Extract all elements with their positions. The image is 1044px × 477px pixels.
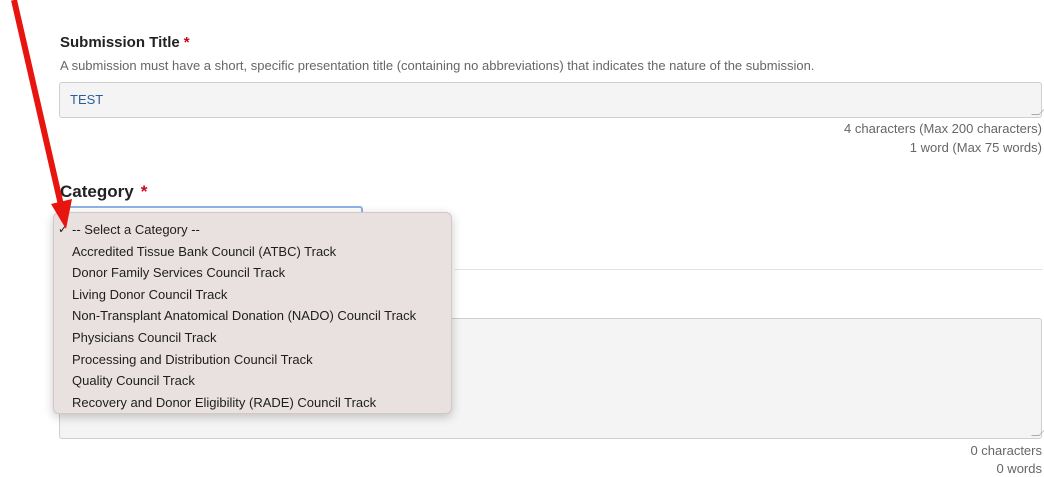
category-option-rade[interactable]: Recovery and Donor Eligibility (RADE) Co… bbox=[54, 392, 451, 414]
category-option-nado[interactable]: Non-Transplant Anatomical Donation (NADO… bbox=[54, 305, 451, 327]
category-label: Category * bbox=[60, 182, 147, 202]
title-word-count: 1 word (Max 75 words) bbox=[909, 140, 1042, 155]
arrow-shaft bbox=[11, 0, 64, 206]
option-label: Donor Family Services Council Track bbox=[72, 265, 286, 281]
option-label: Living Donor Council Track bbox=[72, 286, 228, 302]
title-char-count: 4 characters (Max 200 characters) bbox=[844, 121, 1042, 136]
category-option-living-donor[interactable]: Living Donor Council Track bbox=[54, 284, 451, 306]
category-option-atbc[interactable]: Accredited Tissue Bank Council (ATBC) Tr… bbox=[54, 241, 451, 263]
submission-title-value: TEST bbox=[70, 92, 104, 107]
abstract-char-count: 0 characters bbox=[970, 443, 1042, 458]
option-label: Quality Council Track bbox=[72, 373, 195, 389]
option-label: Processing and Distribution Council Trac… bbox=[72, 351, 313, 367]
required-asterisk: * bbox=[183, 34, 190, 51]
checkmark-icon: ✓ bbox=[58, 222, 69, 236]
submission-title-help: A submission must have a short, specific… bbox=[60, 58, 815, 73]
section-divider bbox=[455, 269, 1043, 270]
category-option-select[interactable]: ✓ -- Select a Category -- bbox=[54, 219, 451, 241]
resize-grip-icon[interactable] bbox=[1031, 107, 1044, 115]
submission-title-label: Submission Title * bbox=[60, 34, 190, 51]
resize-grip-icon[interactable] bbox=[1031, 428, 1044, 436]
option-label: Physicians Council Track bbox=[72, 329, 217, 345]
category-option-physicians[interactable]: Physicians Council Track bbox=[54, 327, 451, 349]
category-option-donor-family[interactable]: Donor Family Services Council Track bbox=[54, 262, 451, 284]
submission-form: Submission Title * A submission must have… bbox=[0, 0, 1044, 477]
option-label: -- Select a Category -- bbox=[72, 222, 200, 237]
category-label-text: Category bbox=[60, 182, 134, 201]
submission-title-label-text: Submission Title bbox=[60, 34, 180, 51]
option-label: Recovery and Donor Eligibility (RADE) Co… bbox=[72, 394, 377, 410]
required-asterisk: * bbox=[140, 182, 148, 201]
option-label: Non-Transplant Anatomical Donation (NADO… bbox=[72, 308, 417, 324]
category-option-processing[interactable]: Processing and Distribution Council Trac… bbox=[54, 349, 451, 371]
option-label: Accredited Tissue Bank Council (ATBC) Tr… bbox=[72, 243, 337, 259]
abstract-word-count: 0 words bbox=[996, 461, 1042, 476]
category-dropdown-menu[interactable]: ✓ -- Select a Category -- Accredited Tiss… bbox=[53, 212, 452, 414]
category-option-quality[interactable]: Quality Council Track bbox=[54, 370, 451, 392]
submission-title-input[interactable]: TEST bbox=[59, 82, 1044, 118]
